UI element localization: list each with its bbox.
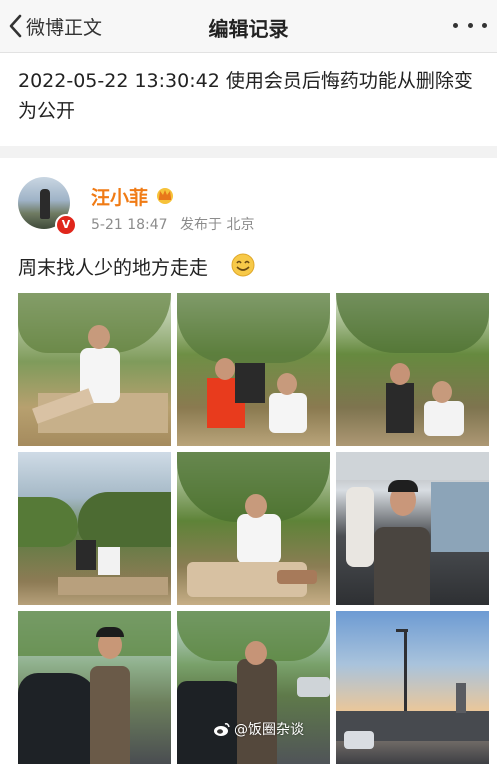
photo-thumbnail[interactable] xyxy=(177,293,330,446)
more-dot xyxy=(482,22,487,28)
more-button[interactable] xyxy=(453,16,487,34)
watermark: @饭圈杂谈 xyxy=(213,718,304,740)
top-nav-bar: 微博正文 编辑记录 xyxy=(0,0,497,53)
photo-thumbnail[interactable] xyxy=(336,293,489,446)
photo-thumbnail[interactable] xyxy=(336,611,489,764)
post-text: 周末找人少的地方走走 xyxy=(18,257,209,279)
post-meta: 5-21 18:47 发布于 北京 xyxy=(91,214,262,234)
verified-badge: V xyxy=(55,214,77,236)
page-title: 编辑记录 xyxy=(208,17,289,41)
more-dots-icon xyxy=(453,22,458,28)
smile-emoji-icon xyxy=(231,253,255,277)
photo-thumbnail[interactable] xyxy=(18,293,171,446)
more-dot xyxy=(467,22,473,28)
photo-thumbnail[interactable] xyxy=(177,452,330,605)
weibo-logo-icon xyxy=(214,723,230,736)
photo-thumbnail[interactable] xyxy=(18,611,171,764)
watermark-text: @饭圈杂谈 xyxy=(234,722,304,738)
post-location: 发布于 北京 xyxy=(180,217,255,233)
photo-thumbnail[interactable] xyxy=(336,452,489,605)
avatar-figure xyxy=(40,189,50,219)
crown-icon xyxy=(157,188,173,204)
section-divider xyxy=(0,146,497,158)
photo-thumbnail[interactable] xyxy=(18,452,171,605)
photo-thumbnail[interactable] xyxy=(177,611,330,764)
author-name[interactable]: 汪小菲 xyxy=(91,183,148,210)
edit-record-text: 2022-05-22 13:30:42 使用会员后悔药功能从删除变为公开 xyxy=(18,70,473,122)
post-time: 5-21 18:47 xyxy=(91,217,168,233)
